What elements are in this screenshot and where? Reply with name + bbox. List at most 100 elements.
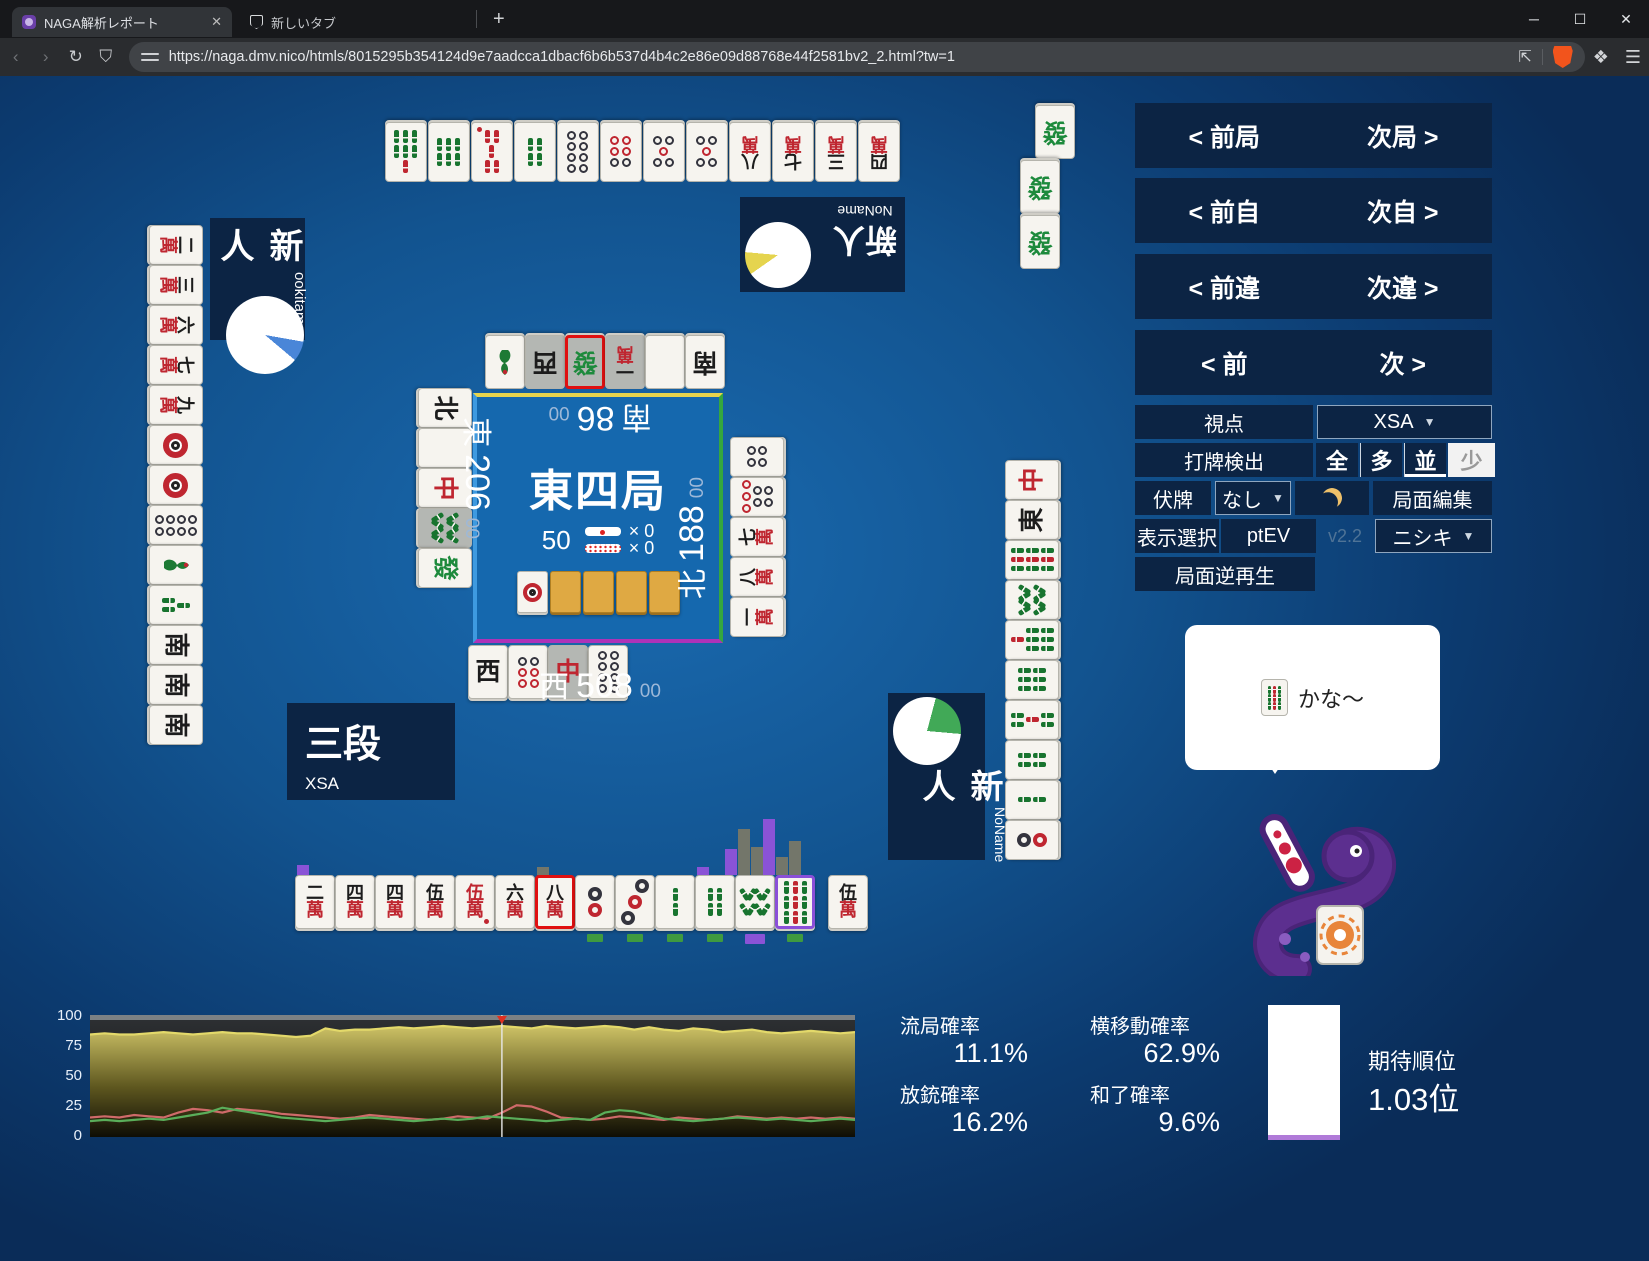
shield-favicon-icon: [250, 15, 263, 29]
dahai-option-3[interactable]: 並: [1404, 443, 1446, 477]
next-button[interactable]: 次 >: [1379, 345, 1426, 381]
tile-5m: 伍萬: [828, 875, 868, 929]
tab-close-icon[interactable]: ✕: [211, 14, 222, 30]
tile-9m: 九萬: [148, 385, 203, 425]
tile-4m[interactable]: 四萬: [375, 875, 415, 929]
tab-new[interactable]: 新しいタブ: [240, 7, 470, 37]
forward-icon[interactable]: ›: [31, 47, 61, 67]
minimize-button[interactable]: ─: [1511, 0, 1557, 38]
naga-mascot: [1253, 814, 1396, 976]
tile-2s[interactable]: [655, 875, 695, 929]
prev-button[interactable]: < 前: [1201, 345, 1248, 381]
tile-back: [582, 571, 614, 613]
tile-4m[interactable]: 四萬: [335, 875, 375, 929]
brave-shield-icon[interactable]: [1552, 46, 1573, 68]
stat-label: 流局確率: [900, 1016, 980, 1038]
prev-button[interactable]: < 前局: [1188, 118, 1260, 154]
naga-bar: [297, 865, 309, 875]
toimen-meld-green-dragons: 發發發: [1020, 105, 1075, 269]
new-tab-button[interactable]: +: [483, 8, 515, 31]
tile-1s: [485, 335, 525, 389]
tile-S: 南: [148, 705, 203, 745]
menu-icon[interactable]: ☰: [1625, 47, 1641, 68]
tile-8s: [1004, 580, 1059, 620]
dahai-option-1[interactable]: 全: [1316, 443, 1358, 477]
reload-icon[interactable]: ↻: [61, 47, 91, 67]
tile-7m: 七萬: [729, 517, 784, 557]
model-select[interactable]: ニシキ ▼: [1375, 519, 1492, 553]
close-button[interactable]: ✕: [1603, 0, 1649, 38]
tile-4s[interactable]: [695, 875, 735, 929]
tile-8m[interactable]: 八萬: [535, 875, 575, 929]
site-settings-icon[interactable]: [140, 51, 159, 63]
fusehai-select[interactable]: なし ▼: [1215, 481, 1291, 515]
tile-2p: [1004, 820, 1059, 860]
share-icon[interactable]: ⇱: [1518, 47, 1531, 67]
viewpoint-label: 視点: [1135, 405, 1313, 439]
night-mode-button[interactable]: [1295, 481, 1369, 515]
expected-rank-value: 1.03位: [1368, 1082, 1460, 1117]
tile-1s: [148, 545, 203, 585]
maximize-button[interactable]: ☐: [1557, 0, 1603, 38]
reverse-play-button[interactable]: 局面逆再生: [1135, 557, 1315, 591]
stat-value: 9.6%: [1158, 1107, 1220, 1137]
tile-7m: 七萬: [772, 122, 814, 182]
safety-tick: [587, 934, 603, 942]
tile-7s: [1004, 620, 1059, 660]
tile-9s[interactable]: [775, 875, 815, 929]
tab-title: NAGA解析レポート: [44, 15, 159, 31]
url-text[interactable]: https://naga.dmv.nico/htmls/8015295b3541…: [169, 49, 1511, 65]
tile-E: 東: [1004, 500, 1059, 540]
tab-naga-report[interactable]: NAGA解析レポート ✕: [12, 7, 232, 37]
board-edit-button[interactable]: 局面編集: [1373, 481, 1492, 515]
shimocha-inner-column: 七萬八萬一萬: [729, 437, 784, 637]
bookmark-icon[interactable]: ⛉: [91, 47, 121, 67]
chevron-down-icon: ▼: [1462, 529, 1475, 543]
tile-0m[interactable]: 伍萬: [455, 875, 495, 929]
dahai-option-4[interactable]: 少: [1448, 443, 1495, 477]
nav-row: < 前局 次局 >: [1135, 103, 1492, 168]
tile-2m[interactable]: 二萬: [295, 875, 335, 929]
expected-rank-label: 期待順位: [1368, 1049, 1457, 1074]
tile-S: 南: [685, 335, 725, 389]
extensions-icon[interactable]: ❖: [1593, 47, 1609, 68]
next-button[interactable]: 次局 >: [1367, 118, 1439, 154]
viewpoint-select[interactable]: XSA ▼: [1317, 405, 1492, 439]
tile-5m[interactable]: 伍萬: [415, 875, 455, 929]
tile-0s: [471, 122, 513, 182]
tile-F: 發: [565, 335, 605, 389]
other-bar: [789, 841, 801, 875]
safety-tick: [787, 934, 803, 942]
tile-6m[interactable]: 六萬: [495, 875, 535, 929]
naga-comment-bubble: かな〜: [1185, 625, 1440, 774]
tile-1p: [516, 571, 548, 613]
stat-value: 11.1%: [953, 1038, 1028, 1068]
tile-2p[interactable]: [575, 875, 615, 929]
dahai-detect-label: 打牌検出: [1135, 443, 1313, 477]
next-button[interactable]: 次自 >: [1367, 193, 1439, 229]
chevron-down-icon: ▼: [1423, 415, 1436, 429]
tile-3m: 三萬: [815, 122, 857, 182]
rank-pie-shimocha: [893, 697, 961, 765]
win-probability-chart[interactable]: [90, 1015, 855, 1137]
suggested-tile-icon: [1260, 679, 1288, 716]
naga-bar: [725, 849, 737, 875]
prev-button[interactable]: < 前違: [1188, 269, 1260, 305]
tile-P: [645, 335, 685, 389]
tile-6s: [1004, 660, 1059, 700]
prev-button[interactable]: < 前自: [1188, 193, 1260, 229]
tile-3s: [148, 585, 203, 625]
tile-8s[interactable]: [735, 875, 775, 929]
tile-9s: [1004, 540, 1059, 580]
next-button[interactable]: 次違 >: [1367, 269, 1439, 305]
stat-value: 62.9%: [1143, 1038, 1220, 1068]
other-bar: [751, 847, 763, 875]
tile-7p: [729, 477, 784, 517]
tile-3p[interactable]: [615, 875, 655, 929]
dahai-option-2[interactable]: 多: [1360, 443, 1402, 477]
url-bar[interactable]: https://naga.dmv.nico/htmls/8015295b3541…: [128, 42, 1585, 72]
ptev-button[interactable]: ptEV: [1221, 519, 1316, 553]
score-west: 西 508 00: [539, 667, 661, 705]
back-icon[interactable]: ‹: [1, 47, 31, 67]
tile-C: 中: [1004, 460, 1059, 500]
